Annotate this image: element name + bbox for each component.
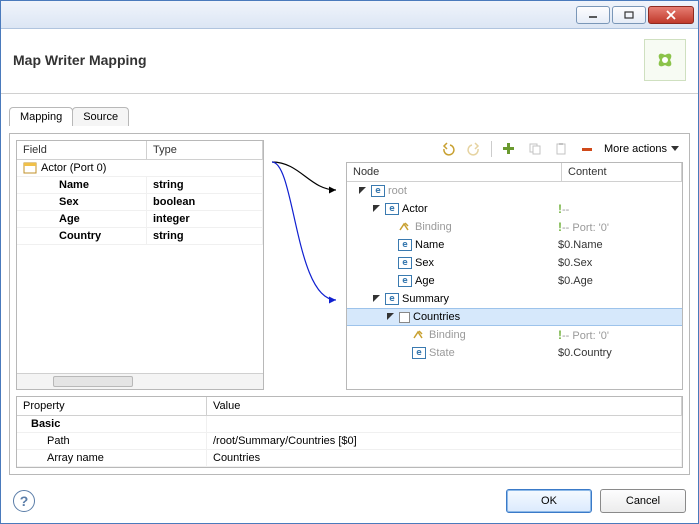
dialog-body: Mapping Source Field Type Actor ( — [1, 94, 698, 479]
col-header-node[interactable]: Node — [347, 163, 562, 181]
titlebar — [1, 1, 698, 29]
node-tree[interactable]: Node Content eroot eActor!-- Binding!-- … — [346, 162, 683, 390]
col-header-field[interactable]: Field — [17, 141, 147, 159]
mapping-arrows — [270, 140, 340, 390]
field-age-label: Age — [17, 211, 147, 227]
add-node-button[interactable] — [500, 140, 518, 158]
main-area: Field Type Actor (Port 0) Namestring Sex… — [9, 133, 690, 475]
tree-row-age: eAge$0.Age — [347, 272, 682, 290]
field-country-type: string — [147, 228, 263, 244]
remove-button[interactable] — [578, 140, 596, 158]
tree-row-name: eName$0.Name — [347, 236, 682, 254]
more-actions-menu[interactable]: More actions — [604, 143, 679, 155]
port-row-label: Actor (Port 0) — [41, 162, 106, 174]
tree-toolbar: More actions — [346, 140, 683, 162]
horizontal-scrollbar[interactable] — [17, 373, 263, 389]
tree-row-binding-1: Binding!-- Port: '0' — [347, 218, 682, 236]
collapse-icon[interactable] — [386, 312, 396, 322]
col-header-value[interactable]: Value — [207, 397, 682, 415]
copy-button[interactable] — [526, 140, 544, 158]
element-icon: e — [412, 347, 426, 359]
dialog-window: Map Writer Mapping Mapping Source Field … — [0, 0, 699, 524]
prop-group-basic: Basic — [17, 416, 207, 432]
close-button[interactable] — [648, 6, 694, 24]
element-icon: e — [385, 203, 399, 215]
field-name-type: string — [147, 177, 263, 193]
element-icon: e — [398, 239, 412, 251]
element-icon: e — [398, 275, 412, 287]
chevron-down-icon — [671, 146, 679, 152]
tab-source[interactable]: Source — [72, 107, 129, 126]
app-logo-icon — [644, 39, 686, 81]
field-name-label: Name — [17, 177, 147, 193]
field-age-type: integer — [147, 211, 263, 227]
collapse-icon[interactable] — [372, 204, 382, 214]
collapse-icon[interactable] — [358, 186, 368, 196]
binding-icon — [398, 221, 412, 233]
redo-button[interactable] — [465, 140, 483, 158]
collapse-icon[interactable] — [372, 294, 382, 304]
tab-strip: Mapping Source — [9, 106, 690, 125]
ok-button[interactable]: OK — [506, 489, 592, 513]
tree-row-countries: Countries — [347, 308, 682, 326]
dialog-footer: ? OK Cancel — [1, 479, 698, 523]
prop-path-value[interactable]: /root/Summary/Countries [$0] — [207, 433, 682, 449]
col-header-property[interactable]: Property — [17, 397, 207, 415]
field-country-label: Country — [17, 228, 147, 244]
element-icon: e — [385, 293, 399, 305]
tree-row-state: eState$0.Country — [347, 344, 682, 362]
field-sex-label: Sex — [17, 194, 147, 210]
cancel-button[interactable]: Cancel — [600, 489, 686, 513]
maximize-button[interactable] — [612, 6, 646, 24]
paste-button[interactable] — [552, 140, 570, 158]
binding-icon — [412, 329, 426, 341]
tree-row-actor: eActor!-- — [347, 200, 682, 218]
element-icon: e — [398, 257, 412, 269]
help-button[interactable]: ? — [13, 490, 35, 512]
undo-button[interactable] — [439, 140, 457, 158]
tab-mapping[interactable]: Mapping — [9, 107, 73, 126]
tree-row-summary: eSummary — [347, 290, 682, 308]
field-sex-type: boolean — [147, 194, 263, 210]
minimize-button[interactable] — [576, 6, 610, 24]
fields-grid[interactable]: Field Type Actor (Port 0) Namestring Sex… — [16, 140, 264, 390]
port-icon — [23, 162, 37, 174]
col-header-type[interactable]: Type — [147, 141, 263, 159]
property-grid[interactable]: Property Value Basic Path/root/Summary/C… — [16, 396, 683, 468]
prop-path-label: Path — [17, 433, 207, 449]
element-icon: e — [371, 185, 385, 197]
dialog-title: Map Writer Mapping — [13, 52, 644, 68]
dialog-header: Map Writer Mapping — [1, 29, 698, 94]
prop-arrayname-label: Array name — [17, 450, 207, 466]
array-icon — [399, 312, 410, 323]
tree-row-sex: eSex$0.Sex — [347, 254, 682, 272]
col-header-content[interactable]: Content — [562, 163, 682, 181]
prop-arrayname-value[interactable]: Countries — [207, 450, 682, 466]
tree-row-root: eroot — [347, 182, 682, 200]
tree-row-binding-2: Binding!-- Port: '0' — [347, 326, 682, 344]
